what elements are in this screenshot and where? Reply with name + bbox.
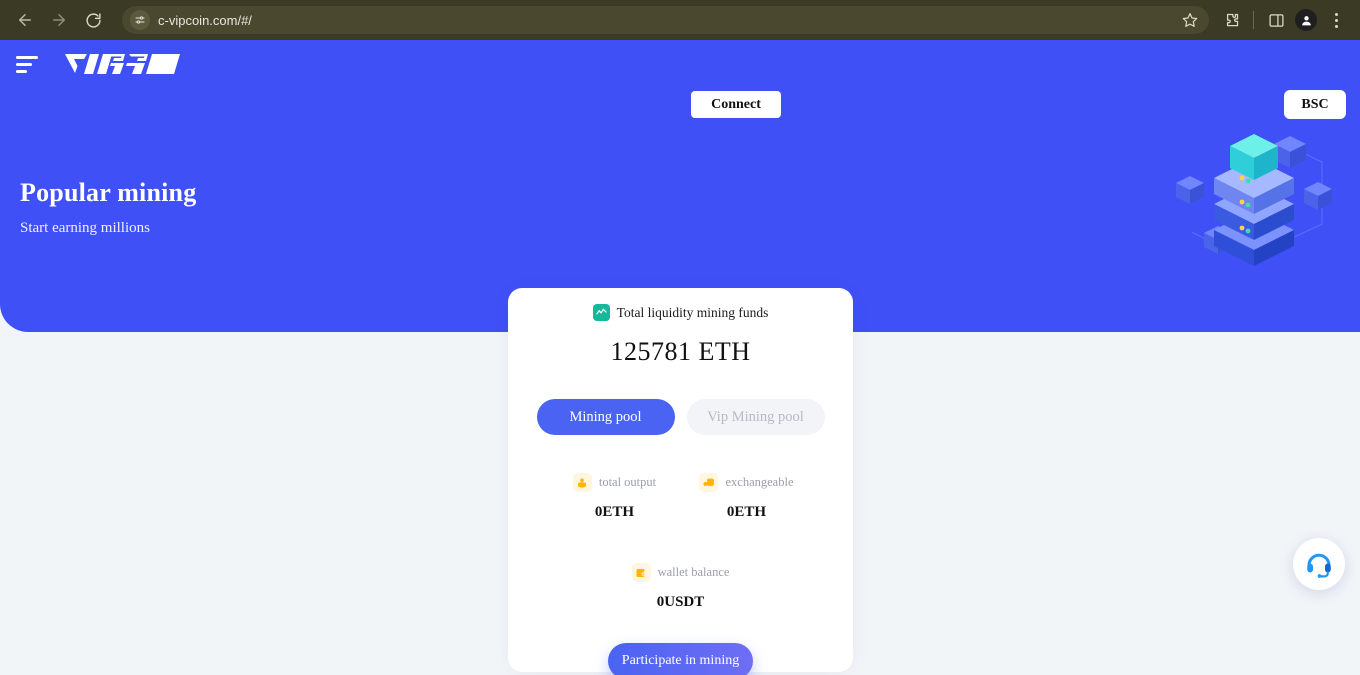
side-panel-icon: [1268, 13, 1284, 27]
wallet-balance-label: wallet balance: [657, 565, 730, 579]
headset-support-icon: [1307, 553, 1331, 578]
profile-button[interactable]: [1292, 6, 1320, 34]
profile-avatar-icon: [1295, 9, 1317, 31]
tab-vip-mining-pool[interactable]: Vip Mining pool: [686, 399, 825, 435]
forward-button[interactable]: [44, 5, 74, 35]
toolbar-divider: [1253, 11, 1254, 29]
url-text: c-vipcoin.com/#/: [158, 12, 252, 28]
mining-summary-card: Total liquidity mining funds 125781 ETH …: [508, 288, 853, 675]
wallet-coin-icon: [631, 563, 651, 582]
site-logo[interactable]: [64, 51, 182, 77]
back-button[interactable]: [10, 5, 40, 35]
extensions-button[interactable]: [1217, 6, 1245, 34]
chrome-menu-button[interactable]: [1322, 6, 1350, 34]
pool-tabs: Mining pool Vip Mining pool: [508, 399, 853, 435]
stats-row: total output 0ETH exchangeable 0ETH: [508, 473, 853, 521]
page-body: Connect BSC Popular mining Start earning…: [0, 40, 1360, 675]
menu-icon[interactable]: [16, 50, 44, 78]
chain-selector-button[interactable]: BSC: [1284, 90, 1346, 119]
hand-coin-icon: [572, 473, 592, 492]
cta-wrapper: Participate in mining: [508, 643, 853, 675]
kebab-menu-icon: [1334, 12, 1338, 28]
site-header: Connect BSC: [0, 40, 1360, 119]
stat-value: 0ETH: [594, 504, 635, 520]
stat-value: 0ETH: [726, 504, 767, 520]
stat-label: total output: [598, 475, 657, 489]
address-bar[interactable]: c-vipcoin.com/#/: [122, 6, 1209, 34]
stat-total-output: total output 0ETH: [549, 473, 681, 521]
chart-pulse-icon: [592, 304, 610, 321]
chrome-actions: [1217, 6, 1350, 34]
coin-stack-icon: [699, 473, 719, 492]
stat-exchangeable: exchangeable 0ETH: [681, 473, 813, 521]
site-settings-icon[interactable]: [130, 10, 150, 30]
side-panel-button[interactable]: [1262, 6, 1290, 34]
wallet-balance-value: 0USDT: [656, 594, 705, 610]
back-arrow-icon: [19, 14, 31, 26]
stat-label: exchangeable: [725, 475, 794, 489]
extensions-puzzle-icon: [1226, 13, 1238, 26]
virgo-logo-icon: [65, 54, 180, 74]
reload-icon: [85, 12, 101, 28]
total-funds-amount: 125781 ETH: [610, 337, 751, 366]
bookmark-star-icon[interactable]: [1177, 7, 1203, 33]
tab-mining-pool[interactable]: Mining pool: [536, 399, 675, 435]
participate-in-mining-button[interactable]: Participate in mining: [608, 643, 753, 675]
forward-arrow-icon: [53, 14, 65, 26]
connect-wallet-button[interactable]: Connect: [691, 91, 781, 118]
wallet-balance-block: wallet balance 0USDT: [508, 563, 853, 611]
card-header-label: Total liquidity mining funds: [616, 304, 769, 320]
card-header: Total liquidity mining funds: [508, 288, 853, 321]
page-subtitle: Start earning millions: [20, 220, 150, 236]
hero-text-block: Popular mining Start earning millions: [20, 178, 196, 237]
isometric-server-illustration: [1170, 118, 1340, 268]
reload-button[interactable]: [78, 5, 108, 35]
page-title: Popular mining: [20, 178, 197, 207]
browser-toolbar: c-vipcoin.com/#/: [0, 0, 1360, 40]
support-chat-button[interactable]: [1293, 538, 1345, 590]
